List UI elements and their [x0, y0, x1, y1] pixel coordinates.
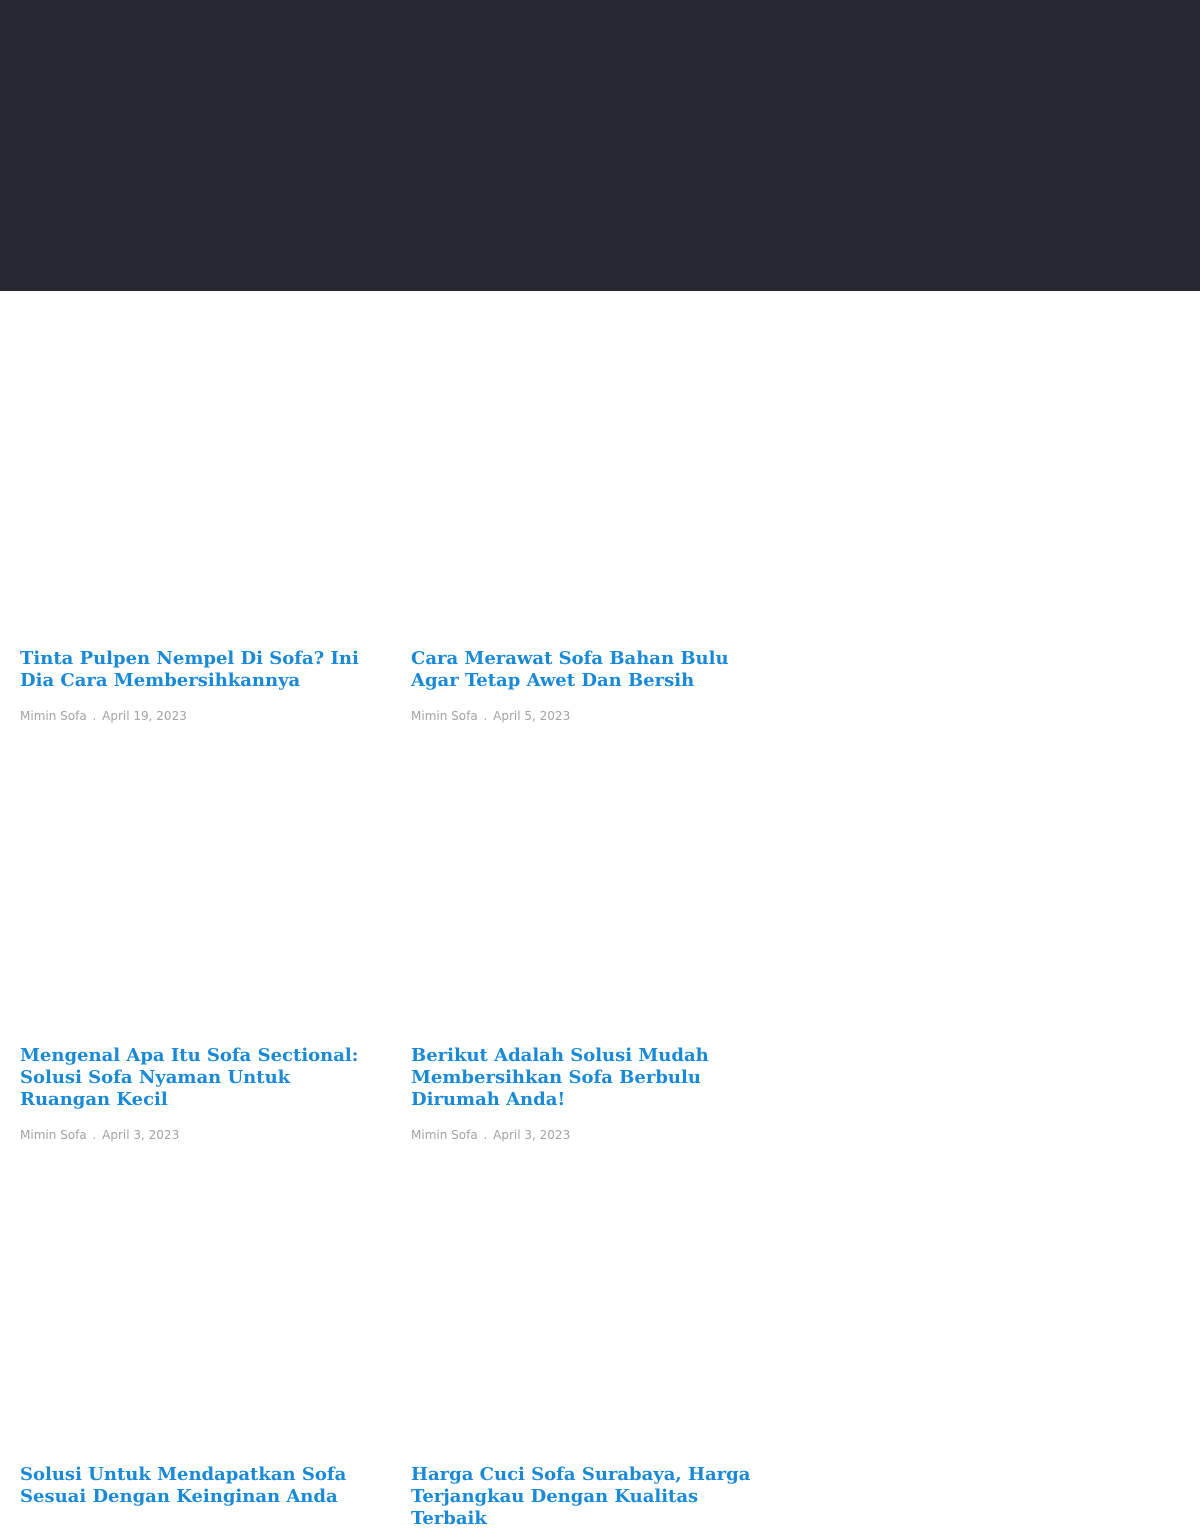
post-title-link[interactable]: Solusi Untuk Mendapatkan Sofa Sesuai Den…: [20, 1464, 380, 1508]
meta-separator: .: [483, 1128, 488, 1142]
post-grid: Tinta Pulpen Nempel Di Sofa? Ini Dia Car…: [0, 291, 1200, 1529]
post-author: Mimin Sofa: [20, 1128, 87, 1142]
meta-separator: .: [483, 709, 488, 723]
post-author: Mimin Sofa: [411, 1128, 478, 1142]
post-date: April 19, 2023: [102, 709, 187, 723]
post-thumbnail[interactable]: [20, 1142, 372, 1442]
post-thumbnail[interactable]: [411, 1142, 763, 1442]
post-date: April 3, 2023: [102, 1128, 180, 1142]
post-thumbnail[interactable]: [20, 723, 372, 1023]
post-title-link[interactable]: Berikut Adalah Solusi Mudah Membersihkan…: [411, 1045, 771, 1111]
post-date: April 5, 2023: [493, 709, 571, 723]
post-author: Mimin Sofa: [20, 709, 87, 723]
post-meta: Mimin Sofa . April 3, 2023: [20, 1127, 380, 1143]
post-title-link[interactable]: Tinta Pulpen Nempel Di Sofa? Ini Dia Car…: [20, 648, 380, 692]
hero-banner: [0, 0, 1200, 291]
post-meta: Mimin Sofa . April 19, 2023: [20, 708, 380, 724]
post-author: Mimin Sofa: [411, 709, 478, 723]
post-meta: Mimin Sofa . April 3, 2023: [411, 1127, 771, 1143]
post-title-link[interactable]: Mengenal Apa Itu Sofa Sectional: Solusi …: [20, 1045, 380, 1111]
post-meta: Mimin Sofa . April 5, 2023: [411, 708, 771, 724]
meta-separator: .: [92, 709, 97, 723]
post-thumbnail[interactable]: [20, 326, 372, 626]
post-thumbnail[interactable]: [411, 723, 763, 1023]
post-date: April 3, 2023: [493, 1128, 571, 1142]
post-title-link[interactable]: Cara Merawat Sofa Bahan Bulu Agar Tetap …: [411, 648, 771, 692]
post-thumbnail[interactable]: [411, 326, 763, 626]
meta-separator: .: [92, 1128, 97, 1142]
post-title-link[interactable]: Harga Cuci Sofa Surabaya, Harga Terjangk…: [411, 1464, 771, 1530]
